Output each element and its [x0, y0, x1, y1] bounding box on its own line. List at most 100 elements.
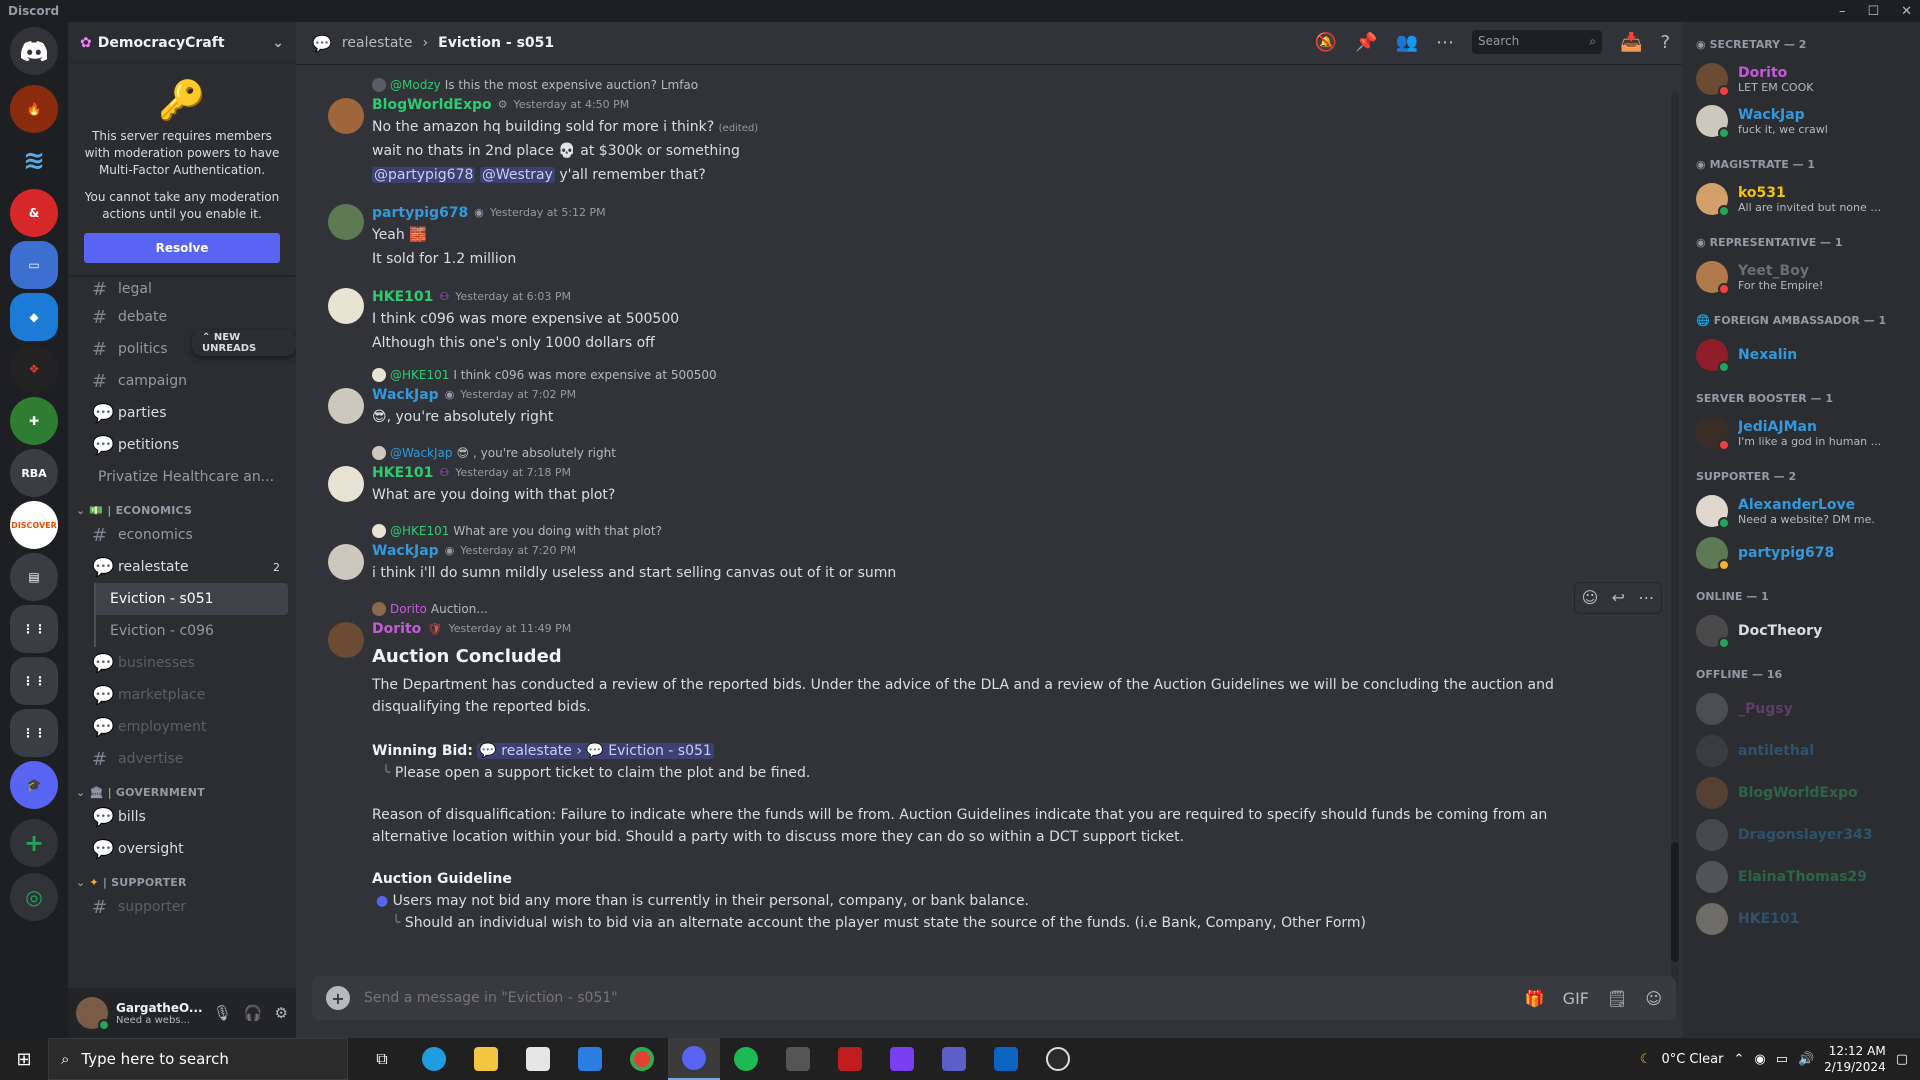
channel-oversight[interactable]: 💬 oversight — [76, 833, 288, 865]
channel-petitions[interactable]: 💬 petitions — [76, 429, 288, 461]
avatar[interactable] — [328, 466, 364, 502]
avatar[interactable] — [328, 388, 364, 424]
member-item[interactable]: ko531All are invited but none are w... — [1696, 178, 1912, 220]
scrollbar-thumb[interactable] — [1671, 842, 1679, 962]
microphone-icon[interactable]: 🎙 — [213, 1004, 232, 1022]
emoji-icon[interactable]: ☺ — [1645, 989, 1662, 1008]
sticker-icon[interactable]: 🗒 — [1607, 989, 1627, 1008]
store-icon[interactable] — [512, 1038, 564, 1080]
server-icon-democracycraft[interactable]: ◆ — [10, 293, 58, 341]
member-item[interactable]: Dorito LET EM COOK — [1696, 58, 1912, 100]
username[interactable]: BlogWorldExpo — [372, 94, 492, 116]
member-item[interactable]: BlogWorldExpo — [1696, 772, 1912, 814]
thread-eviction-s051[interactable]: Eviction - s051 — [94, 583, 288, 615]
username[interactable]: WackJap — [372, 540, 439, 562]
inbox-icon[interactable]: 📥 — [1620, 32, 1642, 53]
member-item[interactable]: Nexalin — [1696, 334, 1912, 376]
avatar[interactable] — [76, 997, 110, 1031]
channel-legal[interactable]: # legal — [76, 277, 288, 301]
mail-icon[interactable] — [564, 1038, 616, 1080]
obs-icon[interactable] — [1032, 1038, 1084, 1080]
avatar[interactable] — [328, 544, 364, 580]
channel-realestate[interactable]: 💬 realestate 2 — [76, 551, 288, 583]
server-icon-waves[interactable]: ≋ — [10, 137, 58, 185]
gif-icon[interactable]: GIF — [1563, 989, 1589, 1008]
channel-debate[interactable]: # debate — [76, 301, 288, 333]
more-icon[interactable]: ⋯ — [1436, 32, 1454, 53]
gear-icon[interactable]: ⚙ — [275, 1004, 288, 1022]
close-icon[interactable]: ✕ — [1901, 4, 1912, 19]
member-item[interactable]: DocTheory — [1696, 610, 1912, 652]
message[interactable]: ☺ ↩ ⋯ Dorito Auction... Dorito 🛡 Yesterday … — [312, 582, 1682, 934]
reply-preview[interactable]: @Modzy Is this the most expensive auction… — [372, 76, 1682, 94]
help-icon[interactable]: ? — [1660, 32, 1670, 53]
member-item[interactable]: antilethal — [1696, 730, 1912, 772]
server-folder-2[interactable]: ⋮⋮ — [10, 657, 58, 705]
member-item[interactable]: HKE101 — [1696, 898, 1912, 940]
network-icon[interactable]: ▭ — [1776, 1052, 1788, 1067]
channel-marketplace[interactable]: 💬 marketplace — [76, 679, 288, 711]
server-folder-3[interactable]: ⋮⋮ — [10, 709, 58, 757]
reply-preview[interactable]: @HKE101 What are you doing with that plot… — [372, 522, 1682, 540]
add-attachment-icon[interactable]: + — [326, 986, 350, 1010]
category-supporter[interactable]: ⌄ ✦ | SUPPORTER — [68, 865, 296, 891]
member-item[interactable]: Dragonslayer343 — [1696, 814, 1912, 856]
username[interactable]: WackJap — [372, 384, 439, 406]
gift-icon[interactable]: 🎁 — [1525, 989, 1545, 1008]
channel-economics[interactable]: # economics — [76, 519, 288, 551]
member-item[interactable]: WackJap fuck it, we crawl — [1696, 100, 1912, 142]
thread-eviction-c096[interactable]: Eviction - c096 — [94, 615, 288, 647]
message-input[interactable] — [364, 990, 1525, 1006]
tray-icon[interactable]: ◉ — [1754, 1052, 1765, 1067]
breadcrumb-parent[interactable]: realestate — [342, 35, 413, 51]
task-view-icon[interactable]: ⧉ — [356, 1038, 408, 1080]
maximize-icon[interactable]: ☐ — [1867, 4, 1879, 19]
server-icon-green-cross[interactable]: ✚ — [10, 397, 58, 445]
server-icon-grad-cap[interactable]: 🎓 — [10, 761, 58, 809]
search-input[interactable]: Search ⌕ — [1472, 30, 1603, 54]
taskbar-search-input[interactable]: ⌕ Type here to search — [48, 1038, 348, 1080]
avatar[interactable] — [328, 288, 364, 324]
avatar[interactable] — [328, 98, 364, 134]
server-icon-dnd[interactable]: & — [10, 189, 58, 237]
message[interactable]: @HKE101 What are you doing with that plot… — [312, 522, 1682, 584]
thread-privatize-healthcare[interactable]: Privatize Healthcare an... — [84, 461, 288, 493]
explore-servers-icon[interactable]: ◎ — [10, 873, 58, 921]
category-government[interactable]: ⌄ 🏛 | GOVERNMENT — [68, 775, 296, 801]
mute-icon[interactable]: 🔕 — [1315, 32, 1337, 53]
message[interactable]: @HKE101 I think c096 was more expensive a… — [312, 366, 1682, 428]
username[interactable]: Dorito — [372, 618, 421, 640]
clock[interactable]: 12:12 AM 2/19/2024 — [1824, 1043, 1886, 1075]
volume-icon[interactable]: 🔊 — [1798, 1052, 1814, 1067]
member-item[interactable]: ElainaThomas29 — [1696, 856, 1912, 898]
channel-businesses[interactable]: 💬 businesses — [76, 647, 288, 679]
server-header[interactable]: ✿ DemocracyCraft ⌄ — [68, 22, 296, 64]
server-icon-rba[interactable]: RBA — [10, 449, 58, 497]
notification-icon[interactable]: ▢ — [1896, 1052, 1908, 1067]
message[interactable]: @Modzy Is this the most expensive auction… — [312, 76, 1682, 186]
channel-employment[interactable]: 💬 employment — [76, 711, 288, 743]
server-icon-red-bird[interactable]: ❖ — [10, 345, 58, 393]
member-item[interactable]: partypig678 — [1696, 532, 1912, 574]
discord-taskbar-icon[interactable] — [668, 1038, 720, 1080]
members-icon[interactable]: 👥 — [1396, 32, 1418, 53]
username[interactable]: partypig678 — [372, 202, 468, 224]
channel-advertise[interactable]: # advertise — [76, 743, 288, 775]
channel-campaign[interactable]: # campaign — [76, 365, 288, 397]
teams-icon[interactable] — [928, 1038, 980, 1080]
channel-parties[interactable]: 💬 parties — [76, 397, 288, 429]
channel-supporter[interactable]: # supporter — [76, 891, 288, 923]
username[interactable]: HKE101 — [372, 286, 433, 308]
server-icon-fire[interactable]: 🔥 — [10, 85, 58, 133]
channel-bills[interactable]: 💬 bills — [76, 801, 288, 833]
scrollbar[interactable] — [1671, 92, 1679, 992]
weather-text[interactable]: 0°C Clear — [1661, 1052, 1723, 1067]
member-item[interactable]: _Pugsy — [1696, 688, 1912, 730]
pin-icon[interactable]: 📌 — [1355, 32, 1377, 53]
server-icon-discover[interactable]: DISCOVER — [10, 501, 58, 549]
spotify-icon[interactable] — [720, 1038, 772, 1080]
chevron-up-icon[interactable]: ⌃ — [1733, 1052, 1744, 1067]
intellij-icon[interactable] — [876, 1038, 928, 1080]
reply-preview[interactable]: Dorito Auction... — [372, 600, 1682, 618]
minimize-icon[interactable]: – — [1839, 4, 1846, 19]
